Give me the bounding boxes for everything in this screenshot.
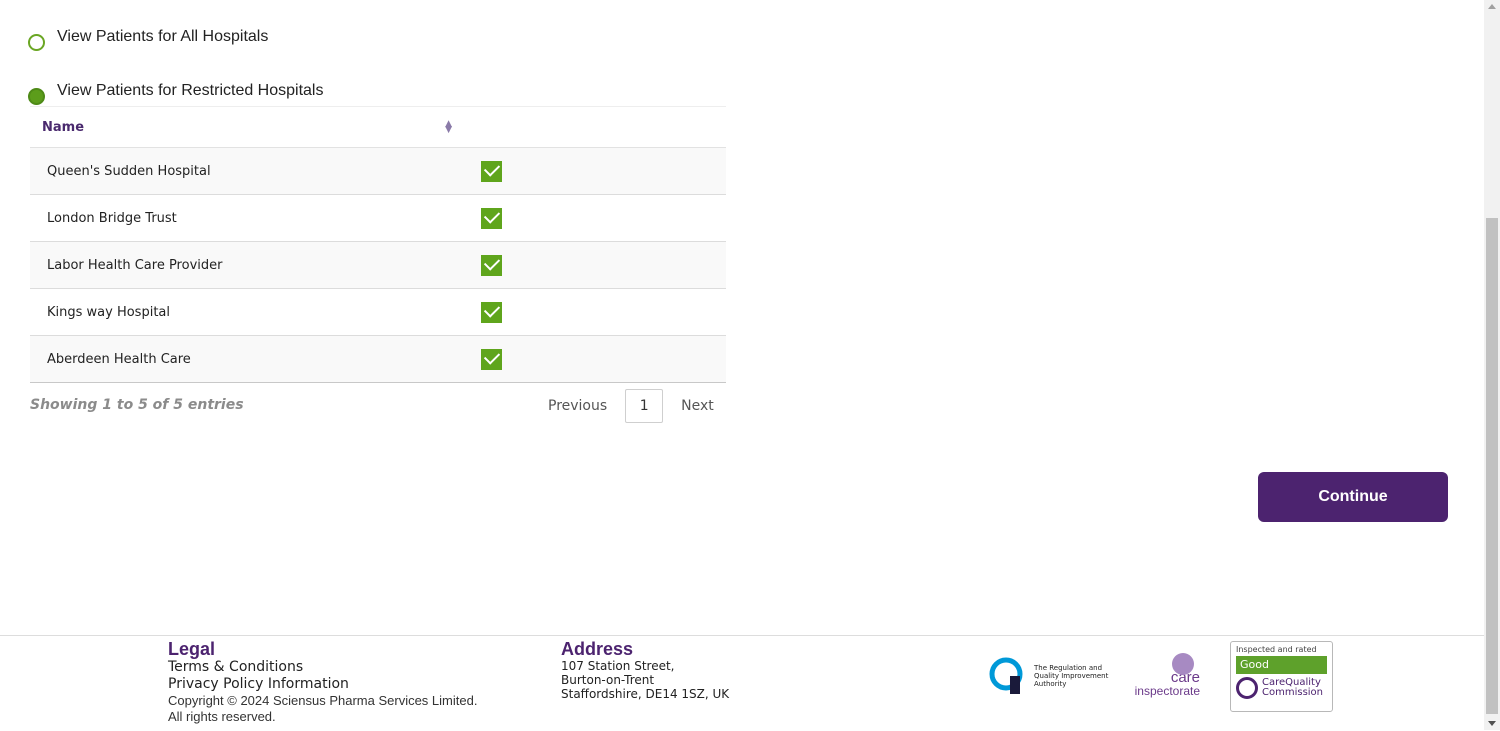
page-scrollbar[interactable] — [1484, 0, 1500, 730]
sort-icon[interactable]: ▲ ▼ — [445, 120, 452, 135]
check-cell — [464, 194, 726, 242]
hospital-name: Kings way Hospital — [30, 288, 464, 336]
hospitals-table: Name ▲ ▼ Queen's Sudden Hospital London B… — [30, 106, 726, 383]
care-sub: inspectorate — [1134, 684, 1200, 698]
continue-button[interactable]: Continue — [1258, 472, 1448, 522]
check-cell — [464, 288, 726, 336]
check-cell — [464, 241, 726, 289]
copyright-text: Copyright © 2024 Sciensus Pharma Service… — [168, 693, 478, 708]
cqc-top-text: Inspected and rated — [1236, 645, 1317, 654]
next-page-button[interactable]: Next — [673, 398, 722, 414]
hospital-checkbox[interactable] — [481, 254, 502, 276]
hospital-checkbox[interactable] — [481, 160, 502, 182]
hospital-name: Queen's Sudden Hospital — [30, 147, 464, 195]
address-line: Staffordshire, DE14 1SZ, UK — [561, 687, 730, 701]
hospital-name: Labor Health Care Provider — [30, 241, 464, 289]
previous-page-button[interactable]: Previous — [540, 398, 615, 414]
table-row: Kings way Hospital — [30, 288, 726, 336]
address-heading: Address — [561, 639, 634, 659]
radio-all-hospitals-control[interactable] — [28, 34, 45, 51]
cqc-brand: CareQuality Commission — [1236, 677, 1332, 699]
radio-restricted-hospitals-control[interactable] — [28, 88, 45, 105]
care-swirl-icon — [1172, 653, 1194, 675]
table-info: Showing 1 to 5 of 5 entries — [30, 397, 244, 413]
rights-text: All rights reserved. — [168, 709, 276, 724]
cqc-rating: Good — [1236, 656, 1327, 674]
table-row: London Bridge Trust — [30, 194, 726, 242]
hospital-name: London Bridge Trust — [30, 194, 464, 242]
radio-restricted-hospitals[interactable]: View Patients for Restricted Hospitals — [28, 82, 323, 105]
footer-address: Address 107 Station Street, Burton-on-Tr… — [561, 639, 729, 701]
hospital-checkbox[interactable] — [481, 348, 502, 370]
page-1-button[interactable]: 1 — [625, 389, 664, 423]
rqia-text-line: Quality Improvement — [1034, 672, 1109, 680]
scroll-up-arrow-icon[interactable] — [1488, 4, 1496, 9]
radio-all-hospitals-label[interactable]: View Patients for All Hospitals — [57, 28, 268, 46]
hospital-checkbox[interactable] — [481, 301, 502, 323]
hospital-checkbox[interactable] — [481, 207, 502, 229]
footer-legal: Legal Terms & Conditions Privacy Policy … — [168, 639, 477, 725]
privacy-link[interactable]: Privacy Policy Information — [168, 676, 477, 693]
cqc-q-icon — [1236, 677, 1258, 699]
footer: Legal Terms & Conditions Privacy Policy … — [0, 635, 1484, 731]
hospital-name: Aberdeen Health Care — [30, 335, 464, 383]
column-header-name[interactable]: Name ▲ ▼ — [30, 106, 464, 148]
pagination: Previous 1 Next — [540, 389, 722, 423]
terms-link[interactable]: Terms & Conditions — [168, 659, 477, 676]
column-header-name-label: Name — [42, 119, 85, 135]
check-cell — [464, 335, 726, 383]
legal-heading: Legal — [168, 639, 216, 659]
rqia-logo: The Regulation and Quality Improvement A… — [988, 653, 1110, 699]
cqc-name: CareQuality Commission — [1262, 678, 1323, 698]
radio-all-hospitals[interactable]: View Patients for All Hospitals — [28, 28, 268, 51]
table-row: Labor Health Care Provider — [30, 241, 726, 289]
table-header-row: Name ▲ ▼ — [30, 106, 726, 148]
radio-restricted-hospitals-label[interactable]: View Patients for Restricted Hospitals — [57, 82, 323, 100]
rqia-text: The Regulation and Quality Improvement A… — [1034, 664, 1108, 688]
care-inspectorate-logo: care inspectorate — [1128, 653, 1200, 701]
address-line: 107 Station Street, — [561, 659, 675, 673]
check-cell — [464, 147, 726, 195]
column-header-select — [464, 106, 726, 148]
rqia-text-line: Authority — [1034, 680, 1067, 688]
scroll-thumb[interactable] — [1486, 218, 1498, 714]
table-row: Queen's Sudden Hospital — [30, 147, 726, 195]
address-line: Burton-on-Trent — [561, 673, 655, 687]
cqc-name-line: Commission — [1262, 687, 1324, 698]
cqc-rating-badge: Inspected and rated Good CareQuality Com… — [1230, 641, 1333, 712]
rqia-text-line: The Regulation and — [1034, 664, 1103, 672]
scroll-down-arrow-icon[interactable] — [1488, 721, 1496, 726]
rqia-q-icon — [989, 657, 1023, 694]
table-row: Aberdeen Health Care — [30, 335, 726, 383]
